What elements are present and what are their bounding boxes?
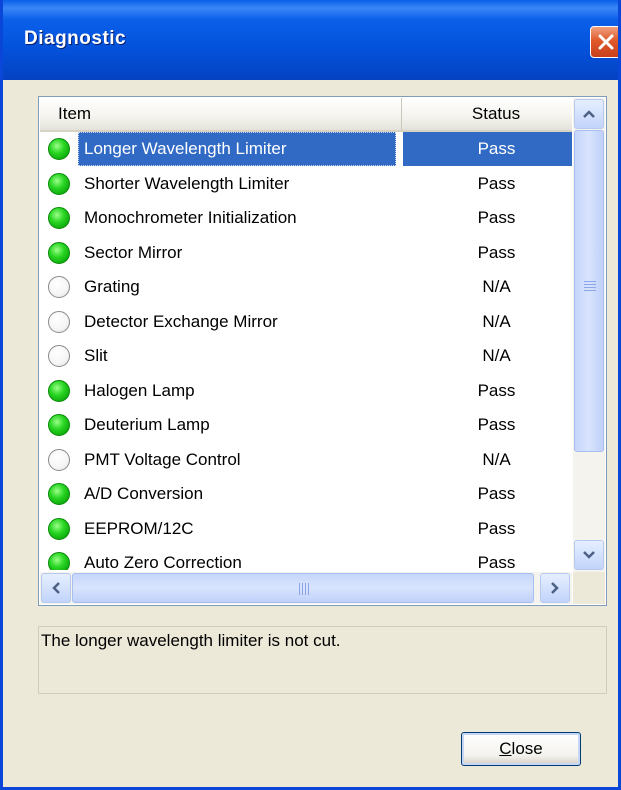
list-item-label: Longer Wavelength Limiter — [78, 132, 396, 166]
list-item[interactable]: Halogen Lamp Pass — [40, 374, 572, 409]
column-header-item[interactable]: Item — [40, 98, 402, 130]
list-item-label: Shorter Wavelength Limiter — [84, 173, 290, 193]
horizontal-scroll-thumb[interactable] — [72, 573, 534, 603]
list-item-status: Pass — [477, 208, 516, 227]
list-item-label: PMT Voltage Control — [84, 449, 241, 469]
list-item-status: Pass — [477, 242, 516, 262]
status-green-icon — [48, 172, 70, 195]
close-button-label: Close — [499, 739, 543, 758]
list-item-status: Pass — [403, 132, 572, 166]
chevron-left-icon — [52, 582, 60, 594]
scroll-up-button[interactable] — [574, 99, 604, 129]
scrollbar-corner — [573, 572, 605, 604]
list-item-label: Slit — [84, 346, 108, 365]
status-green-icon — [48, 207, 70, 229]
status-green-icon — [48, 379, 70, 402]
scroll-left-button[interactable] — [41, 573, 71, 603]
list-item[interactable]: Monochrometer Initialization Pass — [40, 201, 572, 236]
list-item-label: EEPROM/12C — [84, 518, 194, 538]
list-item-label: Grating — [84, 277, 140, 296]
chevron-right-icon — [551, 582, 559, 594]
status-green-icon — [48, 483, 70, 505]
list-item[interactable]: Deuterium Lamp Pass — [40, 408, 572, 443]
list-rows: Longer Wavelength Limiter Pass Shorter Wav… — [40, 132, 572, 570]
vertical-scroll-thumb[interactable] — [574, 130, 604, 452]
list-item-status: Pass — [477, 415, 516, 434]
status-green-icon — [48, 517, 70, 540]
status-empty-icon — [48, 448, 70, 471]
list-item-status: Pass — [477, 518, 516, 538]
list-item-status: N/A — [482, 311, 511, 331]
list-item-status: Pass — [477, 380, 516, 400]
list-item-label: Detector Exchange Mirror — [84, 311, 278, 331]
chevron-down-icon — [583, 551, 595, 559]
list-item-label: Monochrometer Initialization — [84, 208, 297, 227]
scroll-down-button[interactable] — [574, 540, 604, 570]
list-item-status: Pass — [477, 553, 516, 570]
list-item-status: N/A — [482, 346, 511, 365]
list-item[interactable]: Longer Wavelength Limiter Pass — [40, 132, 572, 167]
status-green-icon — [48, 138, 70, 160]
title-bar[interactable]: Diagnostic — [3, 0, 618, 80]
close-button[interactable]: Close — [461, 732, 581, 766]
description-text: The longer wavelength limiter is not cut… — [41, 631, 341, 650]
close-icon[interactable] — [590, 26, 618, 58]
vertical-scrollbar[interactable] — [573, 98, 605, 572]
list-item[interactable]: Grating N/A — [40, 270, 572, 305]
list-header: Item Status — [40, 98, 572, 132]
column-header-status[interactable]: Status — [402, 98, 572, 130]
list-item-label: Auto Zero Correction — [84, 553, 242, 570]
list-item-label: Deuterium Lamp — [84, 415, 210, 434]
status-empty-icon — [48, 310, 70, 333]
chevron-up-icon — [583, 110, 595, 118]
description-box: The longer wavelength limiter is not cut… — [38, 626, 607, 694]
status-green-icon — [48, 414, 70, 436]
list-item[interactable]: Slit N/A — [40, 339, 572, 374]
status-empty-icon — [48, 276, 70, 298]
list-item-label: Sector Mirror — [84, 242, 183, 262]
list-item[interactable]: PMT Voltage Control N/A — [40, 443, 572, 478]
list-item[interactable]: Shorter Wavelength Limiter Pass — [40, 167, 572, 202]
status-empty-icon — [48, 345, 70, 367]
status-green-icon — [48, 552, 70, 570]
list-item-status: N/A — [482, 449, 511, 469]
diagnostic-window: Diagnostic Item Status Longer Wavelength… — [0, 0, 621, 790]
list-item-status: Pass — [477, 173, 516, 193]
scroll-right-button[interactable] — [540, 573, 570, 603]
horizontal-scrollbar[interactable] — [40, 572, 572, 604]
list-item[interactable]: Detector Exchange Mirror N/A — [40, 305, 572, 340]
list-item[interactable]: Sector Mirror Pass — [40, 236, 572, 271]
diagnostic-list[interactable]: Item Status Longer Wavelength Limiter Pas… — [38, 96, 607, 606]
list-item-status: Pass — [477, 484, 516, 503]
status-green-icon — [48, 241, 70, 264]
list-item[interactable]: EEPROM/12C Pass — [40, 512, 572, 547]
window-title: Diagnostic — [24, 28, 127, 49]
list-item[interactable]: A/D Conversion Pass — [40, 477, 572, 512]
list-item-label: Halogen Lamp — [84, 380, 195, 400]
list-item-label: A/D Conversion — [84, 484, 204, 503]
list-item-status: N/A — [482, 277, 511, 296]
list-item[interactable]: Auto Zero Correction Pass — [40, 546, 572, 570]
